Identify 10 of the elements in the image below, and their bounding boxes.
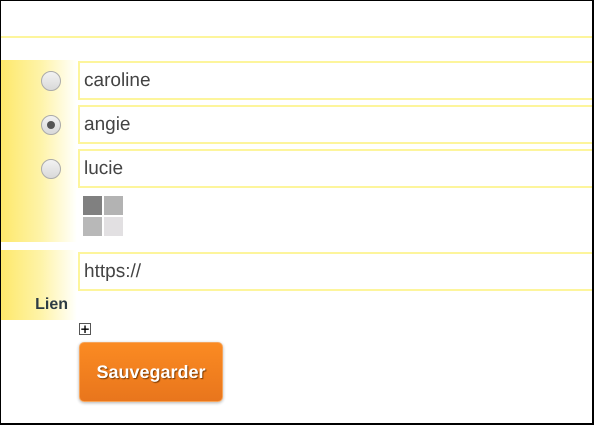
option-field[interactable]: caroline bbox=[78, 61, 592, 100]
radio-button[interactable] bbox=[40, 114, 60, 134]
field-label: Lien bbox=[35, 296, 68, 315]
grid-icon[interactable] bbox=[83, 196, 123, 236]
option-field[interactable]: lucie bbox=[78, 149, 592, 188]
radio-button[interactable] bbox=[40, 70, 60, 90]
link-field[interactable]: https:// bbox=[78, 252, 592, 291]
option-field[interactable]: angie bbox=[78, 105, 592, 144]
radio-button[interactable] bbox=[40, 158, 60, 178]
add-button[interactable]: + bbox=[79, 323, 91, 335]
